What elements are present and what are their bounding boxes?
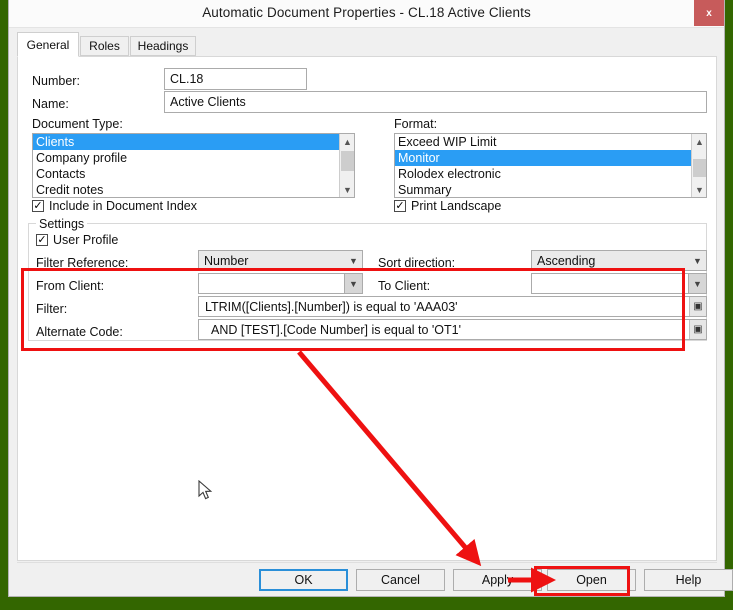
ok-button[interactable]: OK bbox=[259, 569, 348, 591]
list-item[interactable]: Summary bbox=[395, 182, 706, 197]
name-input[interactable]: Active Clients bbox=[164, 91, 707, 113]
format-label: Format: bbox=[394, 117, 438, 131]
scrollbar-thumb[interactable] bbox=[341, 151, 354, 171]
alternate-code-value: AND [TEST].[Code Number] is equal to 'OT… bbox=[211, 322, 461, 337]
document-type-scrollbar[interactable]: ▲ ▼ bbox=[339, 134, 354, 197]
number-input[interactable]: CL.18 bbox=[164, 68, 307, 90]
checkbox-checked-icon: ✓ bbox=[36, 233, 48, 246]
checkbox-checked-icon: ✓ bbox=[394, 199, 406, 212]
checkbox-checked-icon: ✓ bbox=[32, 199, 44, 212]
print-landscape-checkbox[interactable]: ✓ Print Landscape bbox=[394, 199, 501, 213]
tab-general[interactable]: General bbox=[17, 32, 79, 57]
expression-builder-icon[interactable]: ▣ bbox=[689, 297, 706, 316]
include-in-document-index-label: Include in Document Index bbox=[49, 199, 198, 213]
list-item[interactable]: Rolodex electronic bbox=[395, 166, 706, 182]
desktop-background: Automatic Document Properties - CL.18 Ac… bbox=[0, 0, 733, 610]
list-item[interactable]: Contacts bbox=[33, 166, 354, 182]
filter-expression-value: LTRIM([Clients].[Number]) is equal to 'A… bbox=[205, 299, 458, 314]
apply-button[interactable]: Apply bbox=[453, 569, 542, 591]
chevron-down-icon[interactable]: ▼ bbox=[689, 251, 706, 270]
filter-reference-label: Filter Reference: bbox=[36, 256, 129, 270]
alternate-code-input[interactable]: AND [TEST].[Code Number] is equal to 'OT… bbox=[198, 319, 707, 340]
sort-direction-value: Ascending bbox=[537, 253, 596, 268]
list-item[interactable]: Company profile bbox=[33, 150, 354, 166]
format-listbox[interactable]: Exceed WIP Limit Monitor Rolodex electro… bbox=[394, 133, 707, 198]
chevron-up-icon[interactable]: ▲ bbox=[692, 134, 706, 149]
document-type-label: Document Type: bbox=[32, 117, 123, 131]
tab-headings[interactable]: Headings bbox=[130, 36, 196, 56]
chevron-down-icon[interactable]: ▼ bbox=[340, 182, 354, 197]
scrollbar-thumb[interactable] bbox=[693, 159, 706, 177]
chevron-down-icon[interactable]: ▼ bbox=[344, 274, 362, 293]
expression-builder-icon[interactable]: ▣ bbox=[689, 320, 706, 339]
chevron-up-icon[interactable]: ▲ bbox=[340, 134, 354, 149]
sort-direction-label: Sort direction: bbox=[378, 256, 456, 270]
help-button[interactable]: Help bbox=[644, 569, 733, 591]
tab-strip: General Roles Headings bbox=[17, 32, 717, 57]
sort-direction-select[interactable]: Ascending ▼ bbox=[531, 250, 707, 271]
print-landscape-label: Print Landscape bbox=[411, 199, 502, 213]
list-item[interactable]: Exceed WIP Limit bbox=[395, 134, 706, 150]
name-label: Name: bbox=[32, 97, 69, 111]
close-icon[interactable]: x bbox=[694, 0, 724, 26]
open-button[interactable]: Open bbox=[547, 569, 636, 591]
include-in-document-index-checkbox[interactable]: ✓ Include in Document Index bbox=[32, 199, 197, 213]
window-title: Automatic Document Properties - CL.18 Ac… bbox=[202, 5, 531, 20]
filter-expression-input[interactable]: LTRIM([Clients].[Number]) is equal to 'A… bbox=[198, 296, 707, 317]
tab-roles[interactable]: Roles bbox=[80, 36, 129, 56]
filter-reference-value: Number bbox=[204, 253, 249, 268]
list-item[interactable]: Clients bbox=[33, 134, 354, 150]
user-profile-checkbox[interactable]: ✓ User Profile bbox=[36, 233, 118, 247]
title-bar: Automatic Document Properties - CL.18 Ac… bbox=[9, 0, 724, 28]
document-type-listbox[interactable]: Clients Company profile Contacts Credit … bbox=[32, 133, 355, 198]
chevron-down-icon[interactable]: ▼ bbox=[692, 182, 706, 197]
chevron-down-icon[interactable]: ▼ bbox=[345, 251, 362, 270]
user-profile-label: User Profile bbox=[53, 233, 119, 247]
chevron-down-icon[interactable]: ▼ bbox=[688, 274, 706, 293]
settings-group-title: Settings bbox=[36, 217, 88, 231]
automatic-document-properties-dialog: Automatic Document Properties - CL.18 Ac… bbox=[8, 0, 733, 597]
from-client-label: From Client: bbox=[36, 279, 105, 293]
dialog-footer: OK Cancel Apply Open Help bbox=[17, 562, 733, 596]
filter-label: Filter: bbox=[36, 302, 68, 316]
general-tab-panel: Number: CL.18 Name: Active Clients Docum… bbox=[17, 56, 717, 561]
from-client-select[interactable]: ▼ bbox=[198, 273, 363, 294]
filter-reference-select[interactable]: Number ▼ bbox=[198, 250, 363, 271]
to-client-select[interactable]: ▼ bbox=[531, 273, 707, 294]
list-item[interactable]: Credit notes bbox=[33, 182, 354, 197]
to-client-label: To Client: bbox=[378, 279, 431, 293]
list-item[interactable]: Monitor bbox=[395, 150, 706, 166]
number-label: Number: bbox=[32, 74, 80, 88]
format-scrollbar[interactable]: ▲ ▼ bbox=[691, 134, 706, 197]
cancel-button[interactable]: Cancel bbox=[356, 569, 445, 591]
alternate-code-label: Alternate Code: bbox=[36, 325, 123, 339]
